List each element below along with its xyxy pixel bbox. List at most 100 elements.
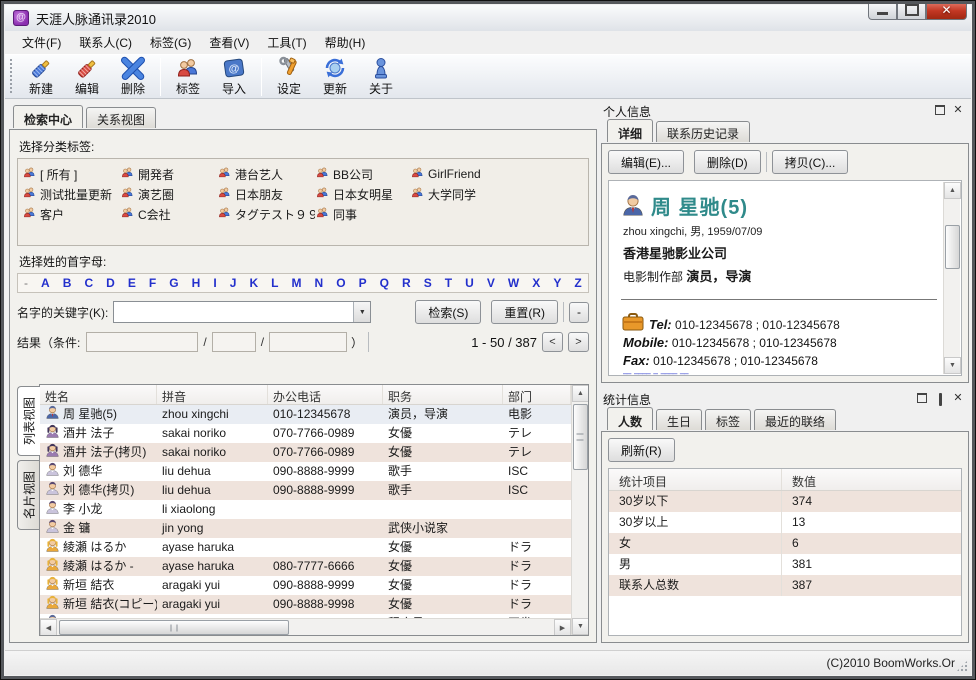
toolbar-settings-tools-button[interactable]: 设定 (266, 56, 312, 98)
initial-Y[interactable]: Y (553, 276, 561, 290)
initial-A[interactable]: A (41, 276, 50, 290)
tag-item-2[interactable]: 港台艺人 (217, 166, 315, 183)
search-button[interactable]: 检索(S) (415, 300, 481, 324)
tag-item-13[interactable]: 同事 (315, 206, 410, 223)
tab-relation-view[interactable]: 关系视图 (86, 107, 156, 128)
tag-item-9[interactable]: 大学同学 (410, 186, 584, 203)
tag-item-7[interactable]: 日本朋友 (217, 186, 315, 203)
tag-item-11[interactable]: C会社 (120, 206, 217, 223)
tab-tags[interactable]: 标签 (705, 409, 751, 430)
initial-S[interactable]: S (424, 276, 432, 290)
column-header-1[interactable]: 拼音 (157, 385, 268, 404)
toolbar-import-book-button[interactable]: @导入 (211, 56, 257, 98)
table-row[interactable]: 酒井 法子sakai noriko070-7766-0989女優テレ (40, 424, 588, 443)
tab-contact-history[interactable]: 联系历史记录 (656, 121, 750, 142)
scroll-down-icon[interactable]: ▼ (572, 618, 589, 635)
initial-T[interactable]: T (445, 276, 452, 290)
pin-icon[interactable] (933, 393, 947, 405)
initial-F[interactable]: F (149, 276, 156, 290)
initial-J[interactable]: J (230, 276, 237, 290)
keyword-input[interactable] (114, 302, 353, 322)
toolbar-delete-x-button[interactable]: 删除 (110, 56, 156, 98)
maximize-icon[interactable] (897, 1, 926, 20)
menu-item-0[interactable]: 文件(F) (13, 31, 70, 54)
initial-Z[interactable]: Z (574, 276, 581, 290)
initial-Q[interactable]: Q (380, 276, 389, 290)
toolbar-update-sync-button[interactable]: 更新 (312, 56, 358, 98)
minimize-icon[interactable] (868, 1, 897, 20)
chevron-down-icon[interactable]: ▼ (353, 302, 370, 322)
scroll-right-icon[interactable]: ▶ (554, 619, 571, 636)
detail-scrollbar[interactable]: ▲ ▼ (943, 182, 960, 374)
menu-item-1[interactable]: 联系人(C) (70, 31, 141, 54)
initial-B[interactable]: B (63, 276, 72, 290)
tab-detail[interactable]: 详细 (607, 119, 653, 142)
tag-item-5[interactable]: 测试批量更新 (22, 186, 120, 203)
stats-row[interactable]: 30岁以上13 (609, 512, 961, 533)
resize-grip-icon[interactable] (956, 660, 968, 672)
collapse-button[interactable]: - (569, 302, 589, 323)
table-row[interactable]: 綾瀬 はるか -ayase haruka080-7777-6666女優ドラ (40, 557, 588, 576)
table-row[interactable]: 綾瀬 はるかayase haruka女優ドラ (40, 538, 588, 557)
table-row[interactable]: 酒井 法子(拷贝)sakai noriko070-7766-0989女優テレ (40, 443, 588, 462)
menu-item-3[interactable]: 查看(V) (200, 31, 258, 54)
tag-item-8[interactable]: 日本女明星 (315, 186, 410, 203)
stats-row[interactable]: 联系人总数387 (609, 575, 961, 596)
menu-item-4[interactable]: 工具(T) (258, 31, 315, 54)
hscroll-thumb[interactable] (59, 620, 289, 635)
initial-P[interactable]: P (359, 276, 367, 290)
toolbar-about-pawn-button[interactable]: 关于 (358, 56, 404, 98)
close-icon[interactable]: ✕ (926, 1, 967, 20)
initial-H[interactable]: H (192, 276, 201, 290)
float-icon[interactable] (915, 393, 929, 405)
vscroll-thumb[interactable] (573, 404, 588, 470)
tag-item-6[interactable]: 演艺圈 (120, 186, 217, 203)
initial--[interactable]: - (24, 276, 28, 290)
table-row[interactable]: 新垣 結衣(コピー)aragaki yui090-8888-9998女優ドラ (40, 595, 588, 614)
initial-I[interactable]: I (213, 276, 216, 290)
scroll-up-icon[interactable]: ▲ (944, 182, 961, 199)
tab-headcount[interactable]: 人数 (607, 407, 653, 430)
toolbar-new-brush-button[interactable]: 新建 (18, 56, 64, 98)
scroll-down-icon[interactable]: ▼ (944, 357, 961, 374)
close-panel-icon[interactable]: ✕ (951, 393, 965, 405)
initial-V[interactable]: V (487, 276, 495, 290)
refresh-button[interactable]: 刷新(R) (608, 438, 675, 462)
tag-item-3[interactable]: BB公司 (315, 166, 410, 183)
tag-item-12[interactable]: タグテスト９９ (217, 206, 315, 223)
condition-field-1[interactable] (86, 332, 198, 352)
condition-field-3[interactable] (269, 332, 347, 352)
column-header-2[interactable]: 办公电话 (268, 385, 383, 404)
float-icon[interactable] (933, 105, 947, 117)
tag-item-1[interactable]: 開発者 (120, 166, 217, 183)
scroll-left-icon[interactable]: ◀ (40, 619, 57, 636)
initial-W[interactable]: W (508, 276, 519, 290)
tag-item-10[interactable]: 客户 (22, 206, 120, 223)
tag-item-4[interactable]: GirlFriend (410, 166, 584, 182)
tab-birthday[interactable]: 生日 (656, 409, 702, 430)
toolbar-tag-people-button[interactable]: 标签 (165, 56, 211, 98)
column-header-0[interactable]: 姓名 (40, 385, 157, 404)
stats-row[interactable]: 男381 (609, 554, 961, 575)
initial-U[interactable]: U (465, 276, 474, 290)
table-row[interactable]: 刘 德华liu dehua090-8888-9999歌手ISC (40, 462, 588, 481)
stats-row[interactable]: 女6 (609, 533, 961, 554)
initial-C[interactable]: C (84, 276, 93, 290)
close-panel-icon[interactable]: ✕ (951, 105, 965, 117)
initial-M[interactable]: M (292, 276, 302, 290)
column-header-4[interactable]: 部门 (503, 385, 571, 404)
copy-button[interactable]: 拷贝(C)... (772, 150, 849, 174)
keyword-combobox[interactable]: ▼ (113, 301, 371, 323)
tab-recent-contact[interactable]: 最近的联络 (754, 409, 836, 430)
horizontal-scrollbar[interactable]: ◀ ▶ (40, 618, 571, 635)
initial-X[interactable]: X (532, 276, 540, 290)
initial-N[interactable]: N (315, 276, 324, 290)
table-row[interactable]: 金 镛jin yong武侠小说家 (40, 519, 588, 538)
stats-row[interactable]: 30岁以下374 (609, 491, 961, 512)
reset-button[interactable]: 重置(R) (491, 300, 558, 324)
scroll-up-icon[interactable]: ▲ (572, 385, 589, 402)
initial-K[interactable]: K (249, 276, 258, 290)
initial-D[interactable]: D (106, 276, 115, 290)
toolbar-grip[interactable] (9, 59, 14, 95)
table-row[interactable]: 新垣 結衣aragaki yui090-8888-9999女優ドラ (40, 576, 588, 595)
